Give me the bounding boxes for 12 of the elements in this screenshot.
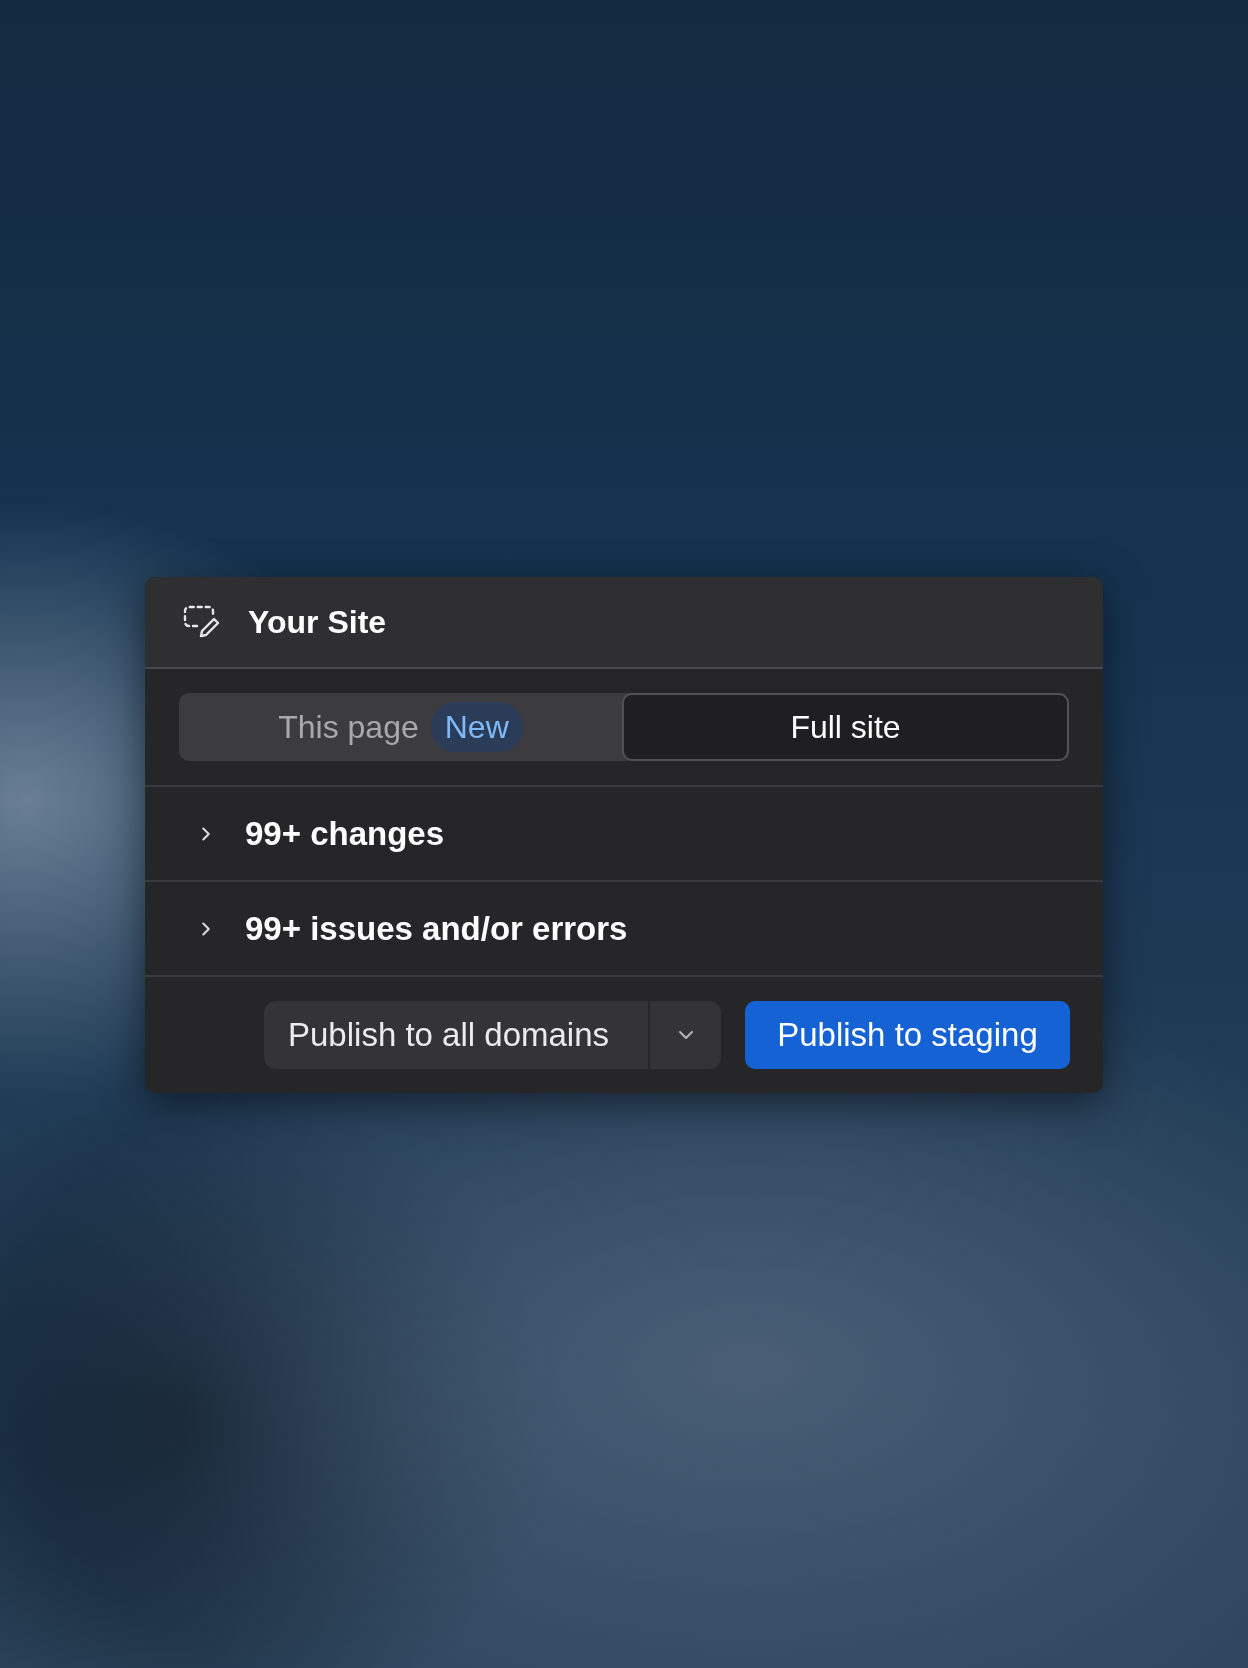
publish-staging-button[interactable]: Publish to staging (745, 1001, 1070, 1069)
collapsible-section-row[interactable]: 99+ issues and/or errors (145, 882, 1103, 977)
section-label: 99+ changes (245, 813, 445, 854)
collapsible-section-row[interactable]: 99+ changes (145, 787, 1103, 882)
section-label: 99+ issues and/or errors (245, 908, 628, 949)
new-badge: New (430, 702, 523, 752)
scope-tab[interactable]: This page New (179, 693, 622, 761)
dropdown-button[interactable] (650, 1001, 721, 1069)
panel-title: Your Site (248, 603, 387, 642)
scope-tab[interactable]: Full site (622, 693, 1069, 761)
dashed-square-pencil-icon (183, 605, 221, 639)
publish-all-domains-button[interactable]: Publish to all domains (264, 1001, 650, 1069)
